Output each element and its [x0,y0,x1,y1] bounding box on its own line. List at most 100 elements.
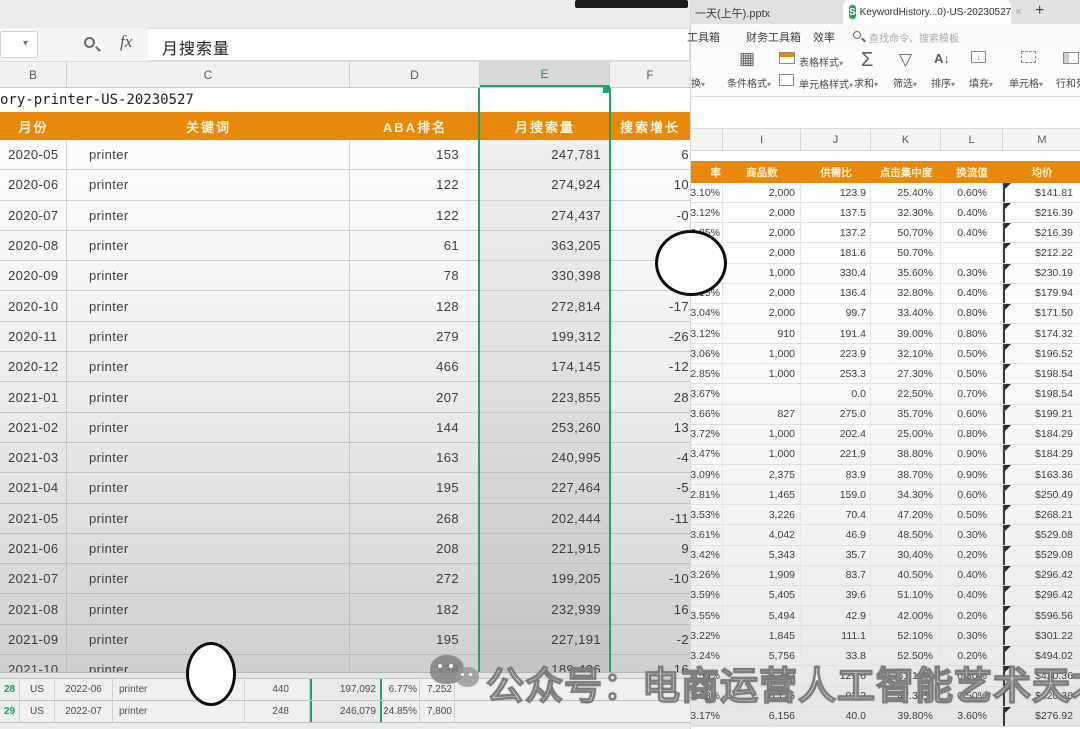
cell-volume[interactable]: 202,444 [480,504,610,533]
header-average-price[interactable]: 均价 [1003,161,1080,183]
title-cell[interactable]: ory-printer-US-20230527 [0,88,690,112]
cell-aba-rank[interactable]: 248 [245,701,310,722]
cell-click-concentration[interactable]: 32.80% [871,284,941,303]
cell-click-concentration[interactable]: 52.10% [871,626,941,645]
cell-supply-demand[interactable]: 330.4 [801,264,871,283]
cell-volume[interactable]: 232,939 [480,594,610,623]
cell-month[interactable]: 2021-02 [0,413,67,442]
cell-aba-rank[interactable]: 163 [350,443,480,472]
new-tab-button[interactable]: + [1035,2,1044,20]
cell-conversion-metric[interactable]: 0.70% [941,384,1003,403]
cell-purchase-rate[interactable]: 2.85% [691,364,723,383]
cell-product-count[interactable]: 827 [723,405,801,424]
cell-keyword[interactable]: printer [67,534,350,563]
cell-product-count[interactable]: 2,000 [723,284,801,303]
cell-supply-demand[interactable]: 83.7 [801,566,871,585]
column-header-C[interactable]: C [67,62,350,87]
cell-conversion-metric[interactable]: 0.60% [941,183,1003,202]
cell-supply-demand[interactable]: 221.9 [801,445,871,464]
column-header-F[interactable]: F [610,62,690,87]
cell-keyword[interactable]: printer [113,701,245,722]
cell-average-price[interactable]: $179.94 [1003,284,1080,303]
cell-volume[interactable]: 363,205 [480,231,610,260]
cell-product-count[interactable] [723,384,801,403]
command-search-placeholder[interactable]: 查找命令、搜索模板 [869,30,959,45]
cell-average-price[interactable]: $268.21 [1003,505,1080,524]
cell-average-price[interactable]: $596.56 [1003,606,1080,625]
cell-aba-rank[interactable]: 78 [350,261,480,290]
cell-average-price[interactable]: $184.29 [1003,425,1080,444]
cell-conversion-metric[interactable]: 0.40% [941,223,1003,242]
row-number[interactable]: 28 [0,679,20,700]
cell-volume[interactable]: 272,814 [480,291,610,320]
cell-aba-rank[interactable]: 440 [245,679,310,700]
cell-supply-demand[interactable]: 223.9 [801,344,871,363]
cell-keyword[interactable]: printer [67,201,350,230]
cell-average-price[interactable]: $199.21 [1003,405,1080,424]
cell-average-price[interactable]: $198.54 [1003,384,1080,403]
cell-click-concentration[interactable]: 40.50% [871,566,941,585]
cell-month[interactable]: 2021-06 [0,534,67,563]
cell-supply-demand[interactable]: 275.0 [801,405,871,424]
fill-button[interactable]: 填充▾ [969,75,993,90]
cell-aba-rank[interactable]: 144 [350,413,480,442]
header-supply-demand-ratio[interactable]: 供需比 [801,161,871,183]
cell-conversion-metric[interactable]: 0.30% [941,525,1003,544]
cell-conversion-metric[interactable]: 0.20% [941,546,1003,565]
cell-supply-demand[interactable]: 39.6 [801,586,871,605]
cell-purchase-rate[interactable]: 3.53% [691,505,723,524]
cell-supply-demand[interactable]: 181.6 [801,243,871,262]
cell-product-count[interactable]: 1,000 [723,425,801,444]
cell-month[interactable]: 2021-04 [0,473,67,502]
cell-click-concentration[interactable]: 42.00% [871,606,941,625]
cell-month[interactable]: 2022-07 [55,701,113,722]
search-icon[interactable] [84,37,95,48]
cell-supply-demand[interactable]: 111.1 [801,626,871,645]
cell-keyword[interactable]: printer [67,594,350,623]
cell-aba-rank[interactable]: 208 [350,534,480,563]
cell-product-count[interactable]: 1,000 [723,364,801,383]
column-header-D[interactable]: D [350,62,480,87]
cell-purchase-rate[interactable]: 3.67% [691,384,723,403]
cell-keyword[interactable]: printer [67,382,350,411]
cell-click-concentration[interactable]: 38.80% [871,445,941,464]
cell-growth[interactable]: 10 [610,170,690,199]
column-header-M[interactable]: M [1003,129,1080,150]
cell-product-count[interactable]: 5,405 [723,586,801,605]
cell-volume[interactable]: 240,995 [480,443,610,472]
header-monthly-search-volume[interactable]: 月搜索量 [480,112,610,140]
cell-keyword[interactable]: printer [67,322,350,351]
cell-conversion-metric[interactable]: 0.90% [941,465,1003,484]
cell-average-price[interactable]: $198.54 [1003,364,1080,383]
cell-product-count[interactable]: 1,000 [723,445,801,464]
close-icon[interactable]: × [1015,6,1021,18]
cell-keyword[interactable]: printer [67,564,350,593]
cell-growth[interactable]: 28 [610,382,690,411]
cell-volume[interactable]: 221,915 [480,534,610,563]
cell-conversion-metric[interactable]: 0.80% [941,324,1003,343]
cell-keyword[interactable]: printer [67,140,350,169]
cell-average-price[interactable]: $163.36 [1003,465,1080,484]
header-product-count[interactable]: 商品数 [723,161,801,183]
cell-purchase-rate[interactable]: 3.06% [691,344,723,363]
cell-growth[interactable]: -5 [610,473,690,502]
cell-supply-demand[interactable]: 253.3 [801,364,871,383]
cell-month[interactable]: 2020-10 [0,291,67,320]
cell-click-concentration[interactable]: 38.70% [871,465,941,484]
cell-growth[interactable]: -0 [610,201,690,230]
row-number[interactable]: 29 [0,701,20,722]
cell-average-price[interactable]: $141.81 [1003,183,1080,202]
cell-growth[interactable]: -12 [610,352,690,381]
cell-click-concentration[interactable]: 34.30% [871,485,941,504]
table-style-button[interactable]: 表格样式▾ [799,54,843,69]
cell-conversion-metric[interactable]: 0.40% [941,566,1003,585]
cell-supply-demand[interactable]: 136.4 [801,284,871,303]
cell-product-count[interactable]: 2,375 [723,465,801,484]
cell-supply-demand[interactable]: 42.9 [801,606,871,625]
cell-month[interactable]: 2020-08 [0,231,67,260]
tab-pptx[interactable]: 一天(上午).pptx [695,5,770,21]
cell-growth[interactable]: 24.85% [382,701,420,722]
cell-growth[interactable]: -4 [610,443,690,472]
cell-product-count[interactable]: 3,226 [723,505,801,524]
column-header-I[interactable]: I [723,129,801,150]
